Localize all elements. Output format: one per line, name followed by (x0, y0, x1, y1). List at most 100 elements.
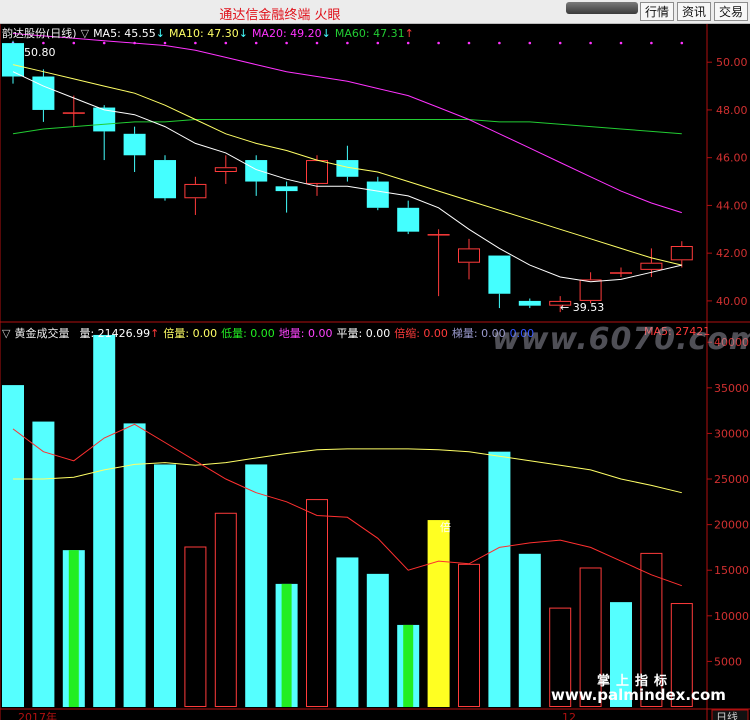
candle-body (245, 160, 268, 182)
signal-dot (376, 41, 380, 45)
volume-chart (2, 334, 693, 708)
signal-dot (163, 41, 167, 45)
signal-dot (346, 41, 349, 45)
candle (366, 176, 389, 211)
signal-dot (589, 41, 592, 45)
candle-body (397, 207, 420, 232)
chart-area[interactable]: 50.0048.0046.0044.0042.0040.00 400003500… (0, 24, 750, 720)
site-url: www.palmindex.com (551, 686, 726, 704)
signal-dot (42, 41, 45, 45)
dii-legend: 地量: 0.00 (278, 327, 333, 340)
candle-body (32, 76, 55, 110)
price-tick-label: 42.00 (716, 247, 748, 260)
high-price-label: 50.80 (24, 46, 56, 59)
candle (245, 155, 268, 196)
month-label: 12 (562, 711, 576, 720)
price-tick-label: 48.00 (716, 104, 748, 117)
volume-bar (154, 464, 176, 707)
signal-dot (437, 41, 440, 45)
ping-legend: 平量: 0.00 (336, 327, 391, 340)
trade-button[interactable]: 交易 (714, 2, 748, 21)
candle (518, 298, 541, 309)
site-badge: 掌上指标 www.palmindex.com (545, 666, 743, 712)
volume-bar-fill (32, 421, 55, 707)
volume-bar (2, 385, 24, 707)
volume-bar-core (403, 624, 414, 707)
volume-bar-fill (518, 553, 541, 707)
volume-bar (518, 553, 541, 707)
volume-bar (488, 451, 511, 707)
volume-bar (306, 499, 328, 708)
indicator-name[interactable]: 黄金成交量 (14, 327, 69, 340)
down-arrow-icon: ↓ (321, 27, 331, 40)
volume-bar (397, 624, 420, 707)
ma10-legend: MA10: 47.30 (169, 27, 239, 40)
price-tick-label: 46.00 (716, 152, 748, 165)
candle (32, 69, 55, 122)
volume-bar (245, 464, 268, 707)
volume-tick-label: 25000 (714, 473, 749, 486)
signal-dot (558, 41, 562, 45)
signal-dot (498, 41, 501, 45)
volume-bar-fill (366, 573, 389, 707)
candle (154, 155, 176, 201)
bei-legend: 倍量: 0.00 (163, 327, 218, 340)
candle-body (184, 183, 207, 199)
watermark-text: www.6070.com (492, 322, 750, 357)
candle-body (670, 246, 693, 261)
signal-dot (72, 41, 76, 45)
volume-bar-fill (336, 557, 359, 707)
candle (610, 267, 632, 278)
candle (458, 238, 480, 280)
volume-bar-outline (306, 499, 328, 708)
candle (336, 145, 359, 182)
volume-bar-fill (93, 334, 116, 707)
signal-dot (406, 41, 410, 45)
stock-name[interactable]: 韵达股份(日线) (2, 27, 77, 40)
volume-bar (275, 583, 298, 707)
signal-dot (315, 41, 319, 45)
candle-body (366, 181, 389, 208)
volume-bar (427, 520, 450, 707)
down-arrow-icon: ↓ (238, 27, 248, 40)
volume-tick-label: 15000 (714, 564, 749, 577)
volume-bar (93, 334, 116, 707)
volume-bar (458, 563, 480, 707)
ma20-legend: MA20: 49.20 (251, 27, 322, 40)
dropdown-icon[interactable]: ▽ (81, 27, 89, 40)
dropdown-icon[interactable]: ▽ (2, 327, 10, 340)
signal-dot (194, 41, 197, 45)
candle-body (579, 279, 602, 301)
year-label: 2017年 (18, 710, 57, 720)
volume-tick-label: 30000 (714, 427, 749, 440)
volume-bar-fill (245, 464, 268, 707)
window-controls[interactable] (566, 2, 638, 14)
volume-bar-core (281, 583, 292, 707)
news-button[interactable]: 资讯 (677, 2, 711, 21)
candle (184, 176, 207, 215)
signal-dot (650, 41, 653, 45)
candle (62, 95, 85, 127)
signal-dot (285, 41, 288, 45)
ma5-legend: MA5: 45.55 (93, 27, 156, 40)
volume-bar-fill (427, 520, 450, 707)
candle-body (214, 167, 237, 172)
volume-bar-outline (458, 563, 480, 707)
candle-body (2, 43, 24, 77)
signal-dot (224, 41, 228, 45)
candle (214, 155, 237, 184)
app-title: 通达信金融终端 火眼 (219, 8, 341, 23)
signal-dot (254, 41, 258, 45)
volume-tick-label: 20000 (714, 519, 749, 532)
volume-bar (366, 573, 389, 707)
volume-bar-fill (154, 464, 176, 707)
signal-dot (528, 41, 532, 45)
signal-dot (680, 41, 684, 45)
candle (488, 255, 511, 309)
up-arrow-icon: ↑ (404, 27, 414, 40)
price-tick-label: 50.00 (716, 56, 748, 69)
price-tick-label: 40.00 (716, 295, 748, 308)
candle (275, 181, 298, 213)
quote-button[interactable]: 行情 (640, 2, 674, 21)
candle (2, 40, 24, 84)
